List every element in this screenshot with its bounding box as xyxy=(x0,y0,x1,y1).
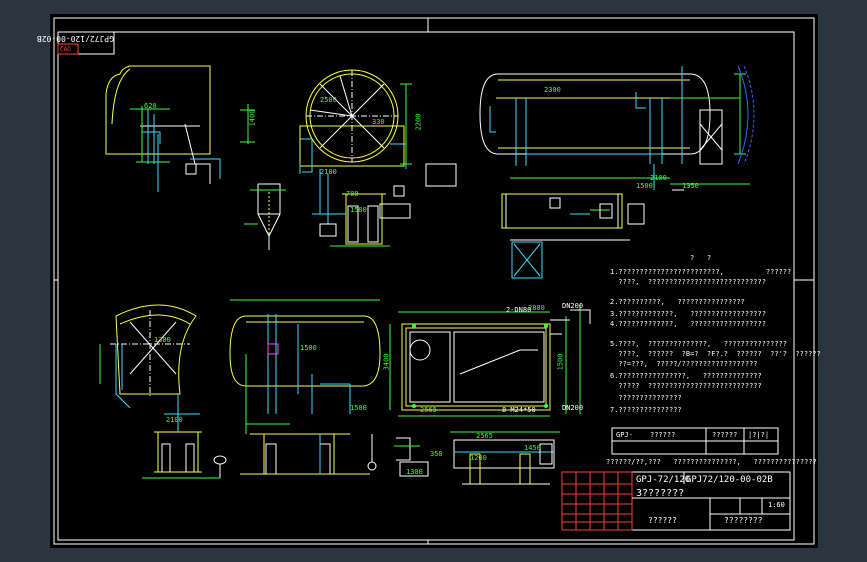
dim-label: 1400 xyxy=(248,109,257,127)
dim-label: 2565 xyxy=(420,406,437,414)
dim-label: 1300 xyxy=(406,468,423,476)
dim-label: 1500 xyxy=(556,353,565,371)
dim-label: 620 xyxy=(144,102,157,110)
note-line: ????, ?????? ?B=? ?F?.? ?????? ??'? ????… xyxy=(610,350,821,358)
drawing-sheet: GPJ72/120-00-02B CAD 620 1400 2500 2100 … xyxy=(37,14,821,548)
dim-label: 2100 xyxy=(166,416,183,424)
dim-label: 2880 xyxy=(528,304,545,312)
table-cell: ?????? xyxy=(650,431,676,439)
view-lower-left-section xyxy=(99,304,227,479)
note-line: 6.????????????????, ?????????????? xyxy=(610,372,762,380)
title-short: GPJ-72/120 xyxy=(636,475,691,485)
dim-label: 3400 xyxy=(382,353,391,371)
view-tank-end-top-left xyxy=(105,65,255,192)
note-line: ????, ???????????????????????????? xyxy=(610,278,766,286)
dim-label: DN200 xyxy=(562,404,584,412)
note-line: 3.?????????????, ?????????????????? xyxy=(610,310,766,318)
table-cell: ?????? xyxy=(712,431,738,439)
dim-label: 2100 xyxy=(650,174,667,182)
note-line: 2.??????????, ???????????????? xyxy=(610,298,745,306)
table-cell: GPJ- xyxy=(616,431,633,439)
notes-footer: ??????/??,??? ???????????????, ?????????… xyxy=(606,458,817,466)
table-cell: |?|?| xyxy=(748,431,770,439)
notes-heading: ? ? xyxy=(690,254,712,262)
dim-label: 330 xyxy=(372,118,385,126)
note-line: 7.??????????????? xyxy=(610,406,682,414)
dim-label: 1450 xyxy=(524,444,541,452)
title-name: 3??????? xyxy=(636,488,685,499)
note-line: 1.????????????????????????, ?????? xyxy=(610,268,792,276)
view-lower-tank-piping xyxy=(229,299,381,475)
dim-label: 1500 xyxy=(300,344,317,352)
note-line: 5.????, ??????????????, ??????????????? xyxy=(610,340,788,348)
title-sheet: ???????? xyxy=(724,516,763,525)
dim-label: 700 xyxy=(346,190,359,198)
dim-label: 2565 xyxy=(476,432,493,440)
dim-label: 1500 xyxy=(350,206,367,214)
dim-label: 350 xyxy=(430,450,443,458)
dim-label: 2100 xyxy=(320,168,337,176)
scale-label: 1:60 xyxy=(768,501,785,509)
dim-label: 1500 xyxy=(636,182,653,190)
dim-label: 1200 xyxy=(470,454,487,462)
title-code: GPJ72/120-00-02B xyxy=(686,475,773,485)
dim-label: 1300 xyxy=(154,336,171,344)
note-line: ??????????????? xyxy=(610,394,682,402)
dim-label: 2300 xyxy=(544,86,561,94)
title-company: ?????? xyxy=(648,516,677,525)
cad-logo: CAD xyxy=(60,46,71,53)
dim-label: 1350 xyxy=(682,182,699,190)
note-line: ??=???, ?????/?????????????????? xyxy=(610,360,758,368)
drawing-code-label: GPJ72/120-00-02B xyxy=(36,34,114,43)
note-line: ????? ??????????????????????????? xyxy=(610,382,762,390)
dim-label: 8-M24*50 xyxy=(502,406,536,414)
dim-label: 2500 xyxy=(320,96,337,104)
dim-label: 2200 xyxy=(414,113,423,131)
view-funnel xyxy=(244,183,286,250)
view-tank-elevation xyxy=(479,65,755,279)
note-line: 4.?????????????, ?????????????????? xyxy=(610,320,766,328)
dim-label: DN200 xyxy=(562,302,584,310)
dim-label: 1500 xyxy=(350,404,367,412)
